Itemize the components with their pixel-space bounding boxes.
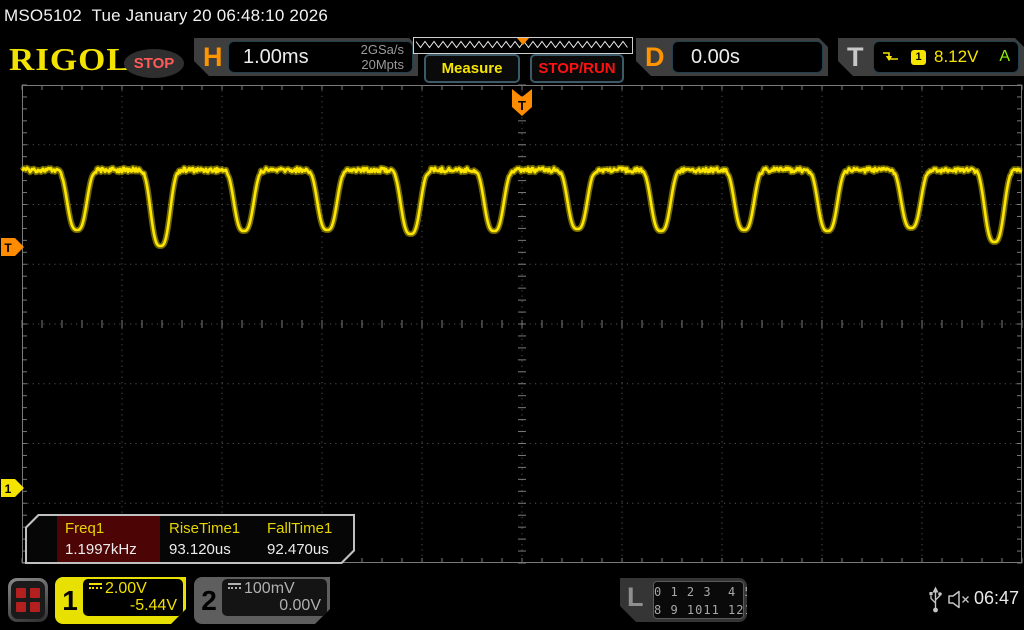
source-menu-icon-squares: [11, 581, 45, 619]
dc-coupling-icon: [89, 583, 102, 591]
measurement-label: Freq1: [65, 520, 104, 537]
trigger-level-marker-label: T: [4, 241, 12, 255]
channel-2-scale-row: 100mV: [228, 580, 321, 597]
channel-2-block[interactable]: 2 100mV 0.00V: [194, 577, 330, 624]
system-clock: 06:47: [974, 588, 1019, 609]
channel-2-offset: 0.00V: [228, 597, 321, 614]
ch1-zero-marker[interactable]: 1: [1, 479, 24, 497]
channel-1-values: 2.00V -5.44V: [83, 579, 183, 616]
source-menu-icon[interactable]: [8, 578, 48, 622]
channel-1-offset: -5.44V: [89, 597, 177, 614]
graticule-ticks: [22, 85, 1022, 563]
usb-icon: [928, 585, 943, 614]
trigger-position-marker[interactable]: T: [512, 89, 532, 116]
logic-channel-list: 0 1 2 3 4 5 6 78 9 1011 12131415: [653, 581, 744, 619]
measurement-panel[interactable]: Freq1 1.1997kHz RiseTime1 93.120us FallT…: [25, 514, 355, 564]
channel-2-values: 100mV 0.00V: [222, 579, 327, 616]
measurement-panel-inner: Freq1 1.1997kHz RiseTime1 93.120us FallT…: [27, 516, 353, 562]
channel-1-scale: 2.00V: [105, 580, 147, 597]
measurement-label: FallTime1: [267, 520, 332, 537]
measurement-value: 92.470us: [267, 541, 329, 558]
channel-2-scale: 100mV: [244, 580, 295, 597]
measurement-value: 1.1997kHz: [65, 541, 137, 558]
channel-2-number: 2: [196, 577, 222, 624]
dc-coupling-icon: [228, 583, 241, 591]
logic-channels-block[interactable]: L 0 1 2 3 4 5 6 78 9 1011 12131415: [620, 578, 747, 622]
channel-1-number: 1: [57, 577, 83, 624]
logic-key: L: [627, 582, 644, 613]
trigger-position-marker-label: T: [518, 98, 526, 113]
ch1-zero-marker-label: 1: [5, 482, 12, 496]
trigger-level-marker[interactable]: T: [1, 238, 24, 256]
channel-1-scale-row: 2.00V: [89, 580, 177, 597]
measurement-value: 93.120us: [169, 541, 231, 558]
measurement-label: RiseTime1: [169, 520, 240, 537]
speaker-muted-icon[interactable]: [948, 590, 972, 609]
ch1-waveform-trace: [22, 168, 1022, 246]
channel-1-block[interactable]: 1 2.00V -5.44V: [55, 577, 186, 624]
